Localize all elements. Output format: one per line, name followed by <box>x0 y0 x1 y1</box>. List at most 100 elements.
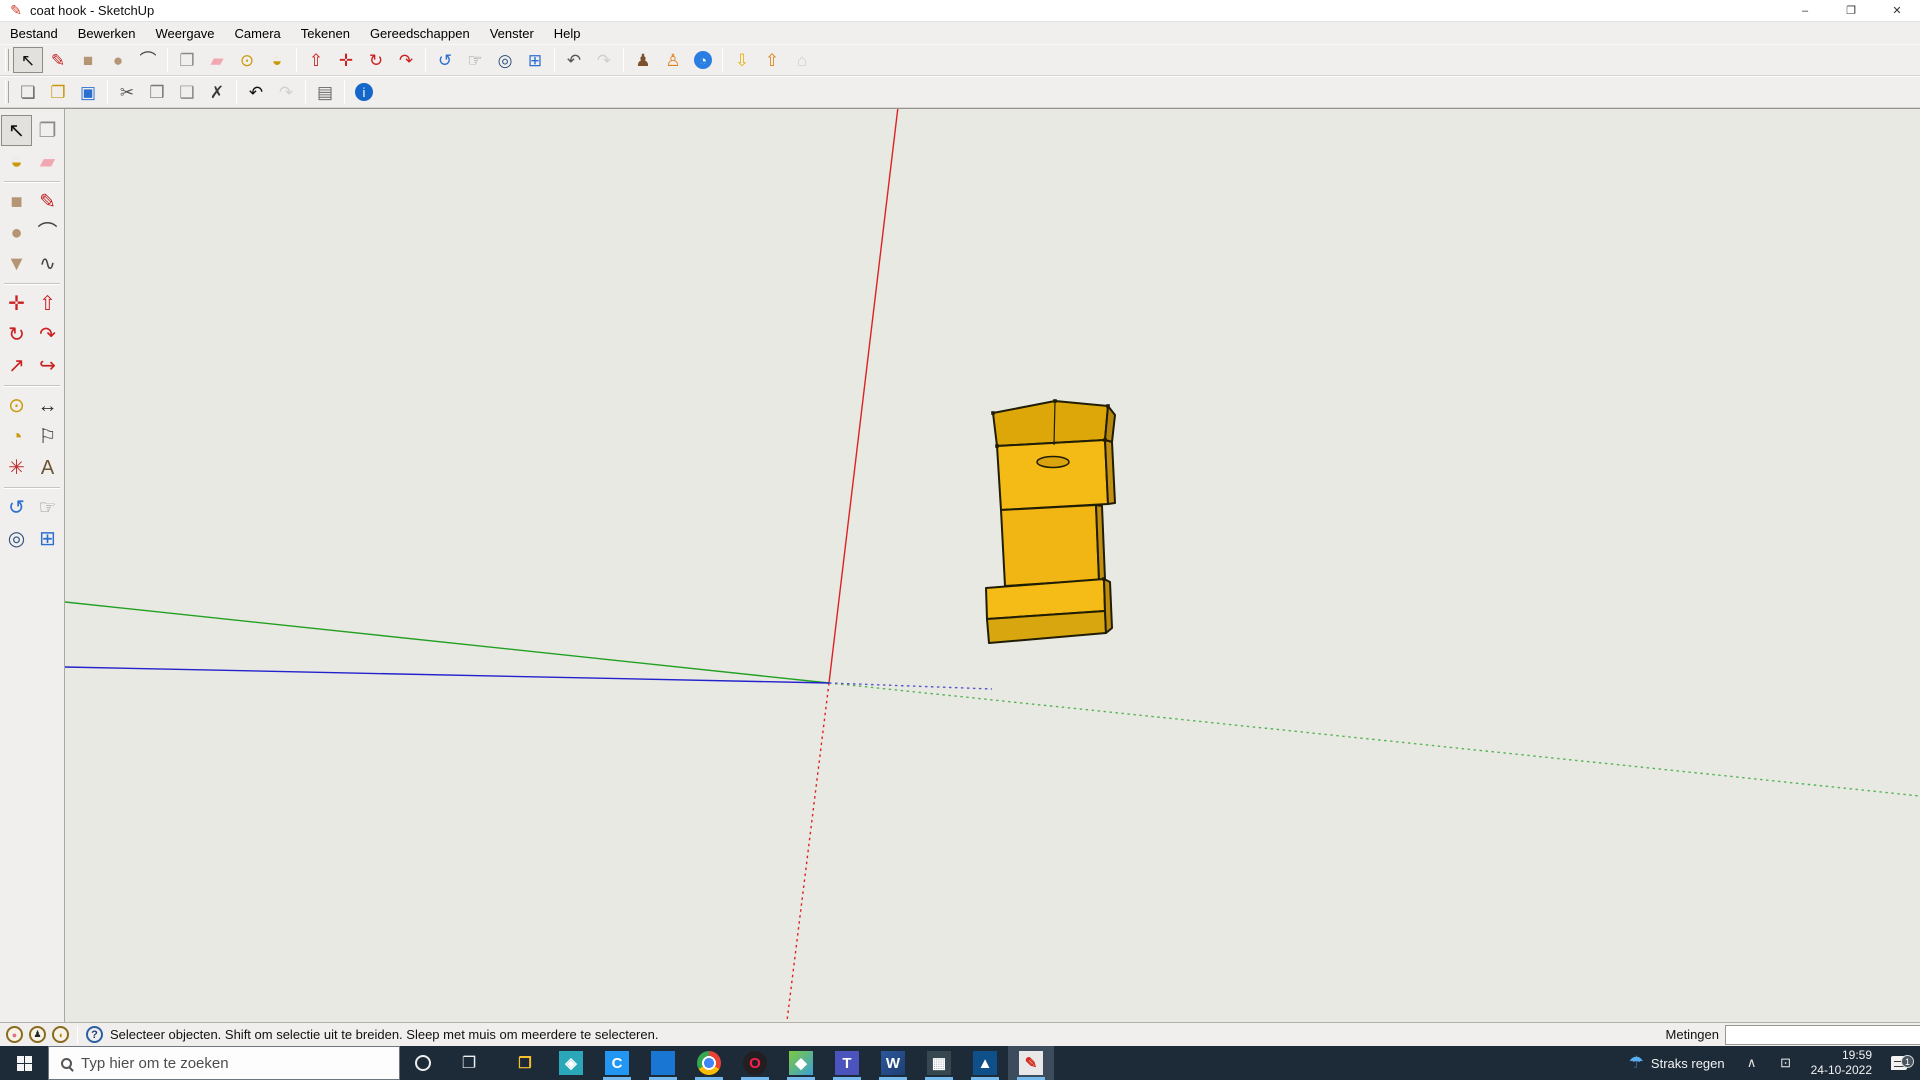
taskbar-app-teams[interactable]: T <box>824 1046 870 1080</box>
freehand-tool[interactable]: ∿ <box>32 248 63 279</box>
bottom-right-face[interactable] <box>1104 579 1112 633</box>
scale-tool[interactable]: ↗ <box>1 350 32 381</box>
offset-tool[interactable]: ↪ <box>32 350 63 381</box>
copy-button[interactable]: ❒ <box>142 79 172 105</box>
toolbar-drag-handle[interactable] <box>5 81 9 103</box>
taskbar-app-chrome[interactable] <box>686 1046 732 1080</box>
paint-bucket-tool[interactable]: ◒ <box>1 146 32 177</box>
start-button[interactable] <box>0 1046 48 1080</box>
weather-widget[interactable]: ☂ Straks regen <box>1621 1053 1733 1073</box>
measurements-input[interactable] <box>1725 1025 1920 1045</box>
circle-tool[interactable]: ● <box>1 217 32 248</box>
select-tool[interactable]: ↖ <box>13 47 43 73</box>
line-tool[interactable]: ✎ <box>32 186 63 217</box>
rectangle-tool[interactable]: ■ <box>1 186 32 217</box>
menu-bestand[interactable]: Bestand <box>0 22 68 44</box>
circle-tool[interactable]: ● <box>103 47 133 73</box>
taskbar-search[interactable]: Typ hier om te zoeken <box>48 1046 400 1080</box>
make-component-tool[interactable]: ❐ <box>32 115 63 146</box>
zoom-extents-tool[interactable]: ⊞ <box>520 47 550 73</box>
top-face[interactable] <box>993 401 1108 446</box>
zoom-tool[interactable]: ◎ <box>1 523 32 554</box>
orbit-tool[interactable]: ↺ <box>1 492 32 523</box>
taskbar-app-explorer[interactable]: ❒ <box>502 1046 548 1080</box>
task-view-button[interactable]: ❐ <box>446 1046 492 1080</box>
photo-textures-tool[interactable]: ♙ <box>658 47 688 73</box>
follow-me-tool[interactable]: ↷ <box>391 47 421 73</box>
credit-attribution-icon[interactable]: ♟ <box>29 1026 46 1043</box>
share-model-tool[interactable]: ⇧ <box>757 47 787 73</box>
rectangle-tool[interactable]: ■ <box>73 47 103 73</box>
new-button[interactable]: ❏ <box>13 79 43 105</box>
menu-gereedschappen[interactable]: Gereedschappen <box>360 22 480 44</box>
previous-view-tool[interactable]: ↶ <box>559 47 589 73</box>
get-models-tool[interactable]: ⇩ <box>727 47 757 73</box>
upper-front-face[interactable] <box>997 440 1108 510</box>
tape-measure-tool[interactable]: ⊙ <box>1 390 32 421</box>
text-tool[interactable]: ⚐ <box>32 421 63 452</box>
claim-credit-icon[interactable]: ◖ <box>52 1026 69 1043</box>
coat-hook-model[interactable] <box>986 399 1115 643</box>
select-tool[interactable]: ↖ <box>1 115 32 146</box>
model-info-button[interactable]: i <box>349 79 379 105</box>
eraser-tool[interactable]: ▰ <box>32 146 63 177</box>
share-component-tool[interactable]: ⌂ <box>787 47 817 73</box>
follow-me-tool[interactable]: ↷ <box>32 319 63 350</box>
push-pull-tool[interactable]: ⇧ <box>32 288 63 319</box>
tray-chevron-icon[interactable]: ∧ <box>1737 1055 1767 1071</box>
menu-weergave[interactable]: Weergave <box>146 22 225 44</box>
cortana-button[interactable] <box>400 1046 446 1080</box>
delete-button[interactable]: ✗ <box>202 79 232 105</box>
zoom-tool[interactable]: ◎ <box>490 47 520 73</box>
menu-camera[interactable]: Camera <box>225 22 291 44</box>
rotate-tool[interactable]: ↻ <box>1 319 32 350</box>
tape-measure-tool[interactable]: ⊙ <box>232 47 262 73</box>
add-location-tool[interactable]: ♟ <box>628 47 658 73</box>
dimension-tool[interactable]: ↔ <box>32 390 63 421</box>
menu-help[interactable]: Help <box>544 22 591 44</box>
coat-hook-hole[interactable] <box>1037 457 1069 468</box>
maximize-button[interactable]: ❐ <box>1828 0 1874 21</box>
drawing-canvas[interactable] <box>65 109 1920 1022</box>
taskbar-app-calculator[interactable]: ▦ <box>916 1046 962 1080</box>
help-icon[interactable]: ? <box>86 1026 103 1043</box>
move-tool[interactable]: ✛ <box>331 47 361 73</box>
arc-tool[interactable]: ⌒ <box>32 217 63 248</box>
toolbar-drag-handle[interactable] <box>5 49 9 71</box>
taskbar-app-opera-gx[interactable]: O <box>732 1046 778 1080</box>
geolocation-status-icon[interactable]: ● <box>6 1026 23 1043</box>
notification-center-button[interactable]: 1 <box>1882 1056 1916 1070</box>
taskbar-app-sims4[interactable]: ◆ <box>778 1046 824 1080</box>
save-button[interactable]: ▣ <box>73 79 103 105</box>
polygon-tool[interactable]: ▼ <box>1 248 32 279</box>
mid-front-face[interactable] <box>1001 505 1099 586</box>
pan-tool[interactable]: ☞ <box>460 47 490 73</box>
pan-tool[interactable]: ☞ <box>32 492 63 523</box>
push-pull-tool[interactable]: ⇧ <box>301 47 331 73</box>
3d-text-tool[interactable]: A <box>32 452 63 483</box>
line-tool[interactable]: ✎ <box>43 47 73 73</box>
minimize-button[interactable]: – <box>1782 0 1828 21</box>
close-button[interactable]: ✕ <box>1874 0 1920 21</box>
taskbar-app-c[interactable]: C <box>594 1046 640 1080</box>
menu-venster[interactable]: Venster <box>480 22 544 44</box>
taskbar-app-photos[interactable]: ▲ <box>962 1046 1008 1080</box>
google-earth-tool[interactable]: ◔ <box>688 47 718 73</box>
tray-clock[interactable]: 19:59 24-10-2022 <box>1805 1048 1878 1078</box>
print-button[interactable]: ▤ <box>310 79 340 105</box>
undo-button[interactable]: ↶ <box>241 79 271 105</box>
menu-tekenen[interactable]: Tekenen <box>291 22 360 44</box>
make-component-tool[interactable]: ❐ <box>172 47 202 73</box>
move-tool[interactable]: ✛ <box>1 288 32 319</box>
paste-button[interactable]: ❑ <box>172 79 202 105</box>
taskbar-app-sketchup[interactable]: ✎ <box>1008 1046 1054 1080</box>
taskbar-app-word[interactable]: W <box>870 1046 916 1080</box>
zoom-extents-tool[interactable]: ⊞ <box>32 523 63 554</box>
open-button[interactable]: ❐ <box>43 79 73 105</box>
axes-tool[interactable]: ✳ <box>1 452 32 483</box>
next-view-tool[interactable]: ↷ <box>589 47 619 73</box>
orbit-tool[interactable]: ↺ <box>430 47 460 73</box>
taskbar-app-cube[interactable]: ◈ <box>548 1046 594 1080</box>
protractor-tool[interactable]: ◔ <box>1 421 32 452</box>
paint-bucket-tool[interactable]: ◒ <box>262 47 292 73</box>
